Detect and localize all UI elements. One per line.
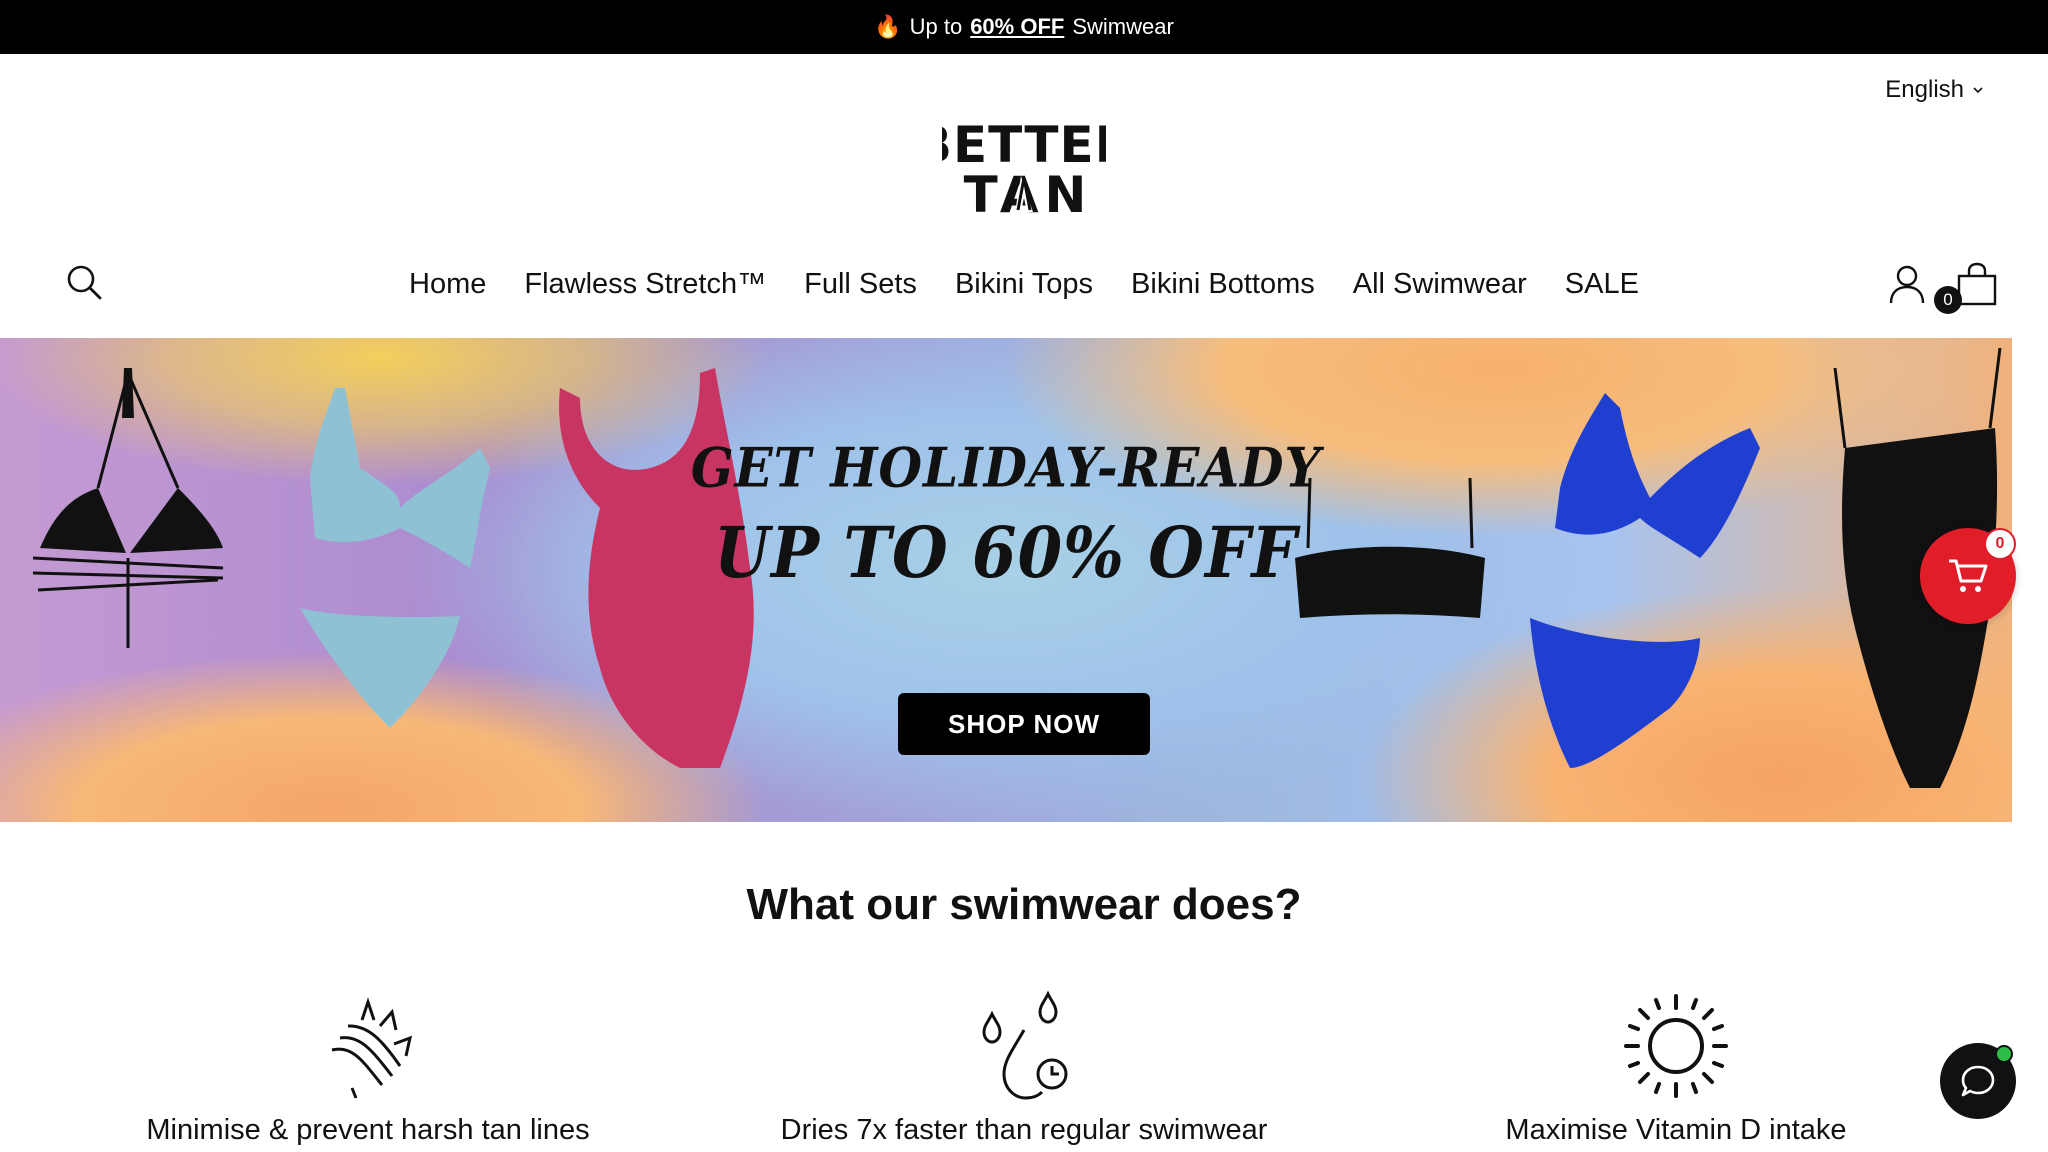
shopping-cart-icon [1949, 559, 1988, 592]
shop-now-button[interactable]: SHOP NOW [898, 693, 1150, 755]
nav-item-all-swimwear[interactable]: All Swimwear [1353, 262, 1527, 306]
announcement-prefix: Up to [909, 14, 963, 39]
nav-item-sale[interactable]: SALE [1565, 262, 1639, 306]
better-tan-logo[interactable]: BETTER TAN [942, 118, 1106, 218]
black-bandeau-top-image [1295, 477, 1485, 618]
chevron-down-icon [1973, 87, 1983, 94]
feature-text: Minimise & prevent harsh tan lines [146, 1114, 590, 1146]
online-status-dot [1995, 1045, 2013, 1063]
nav-item-full-sets[interactable]: Full Sets [804, 262, 917, 306]
feature-text: Dries 7x faster than regular swimwear [780, 1114, 1268, 1146]
main-nav: Home Flawless Stretch™ Full Sets Bikini … [0, 262, 2048, 306]
chat-bubble-icon [1961, 1065, 1995, 1097]
section-title: What our swimwear does? [746, 880, 1302, 929]
language-selector[interactable]: English [1885, 76, 1984, 104]
water-drops-timer-icon [982, 990, 1068, 1100]
nav-item-flawless-stretch[interactable]: Flawless Stretch™ [524, 262, 766, 306]
feature-text: Maximise Vitamin D intake [1505, 1114, 1847, 1146]
feature-vitamin-d: Maximise Vitamin D intake [1376, 990, 1976, 1147]
cart-count-badge: 0 [1934, 286, 1962, 314]
feature-fast-dry: Dries 7x faster than regular swimwear [724, 990, 1324, 1147]
language-label: English [1885, 76, 1964, 103]
nav-item-bikini-tops[interactable]: Bikini Tops [955, 262, 1093, 306]
feature-tan-lines: Minimise & prevent harsh tan lines [68, 990, 668, 1147]
nav-item-home[interactable]: Home [409, 262, 486, 306]
announcement-suffix: Swimwear [1072, 14, 1174, 39]
floating-cart-count: 0 [1984, 528, 2016, 560]
hero-banner[interactable]: GET HOLIDAY-READY UP TO 60% OFF SHOP NOW [0, 338, 2012, 822]
announcement-bar: 🔥 Up to 60% OFF Swimwear [0, 0, 2048, 54]
fire-icon: 🔥 [874, 14, 902, 39]
search-icon[interactable] [64, 262, 104, 302]
blue-bikini-image [1530, 393, 1760, 768]
account-icon[interactable] [1888, 264, 1926, 304]
sun-icon [1624, 994, 1728, 1098]
tan-lines-icon [331, 997, 413, 1099]
nav-item-bikini-bottoms[interactable]: Bikini Bottoms [1131, 262, 1315, 306]
announcement-highlight-link[interactable]: 60% OFF [970, 14, 1064, 40]
